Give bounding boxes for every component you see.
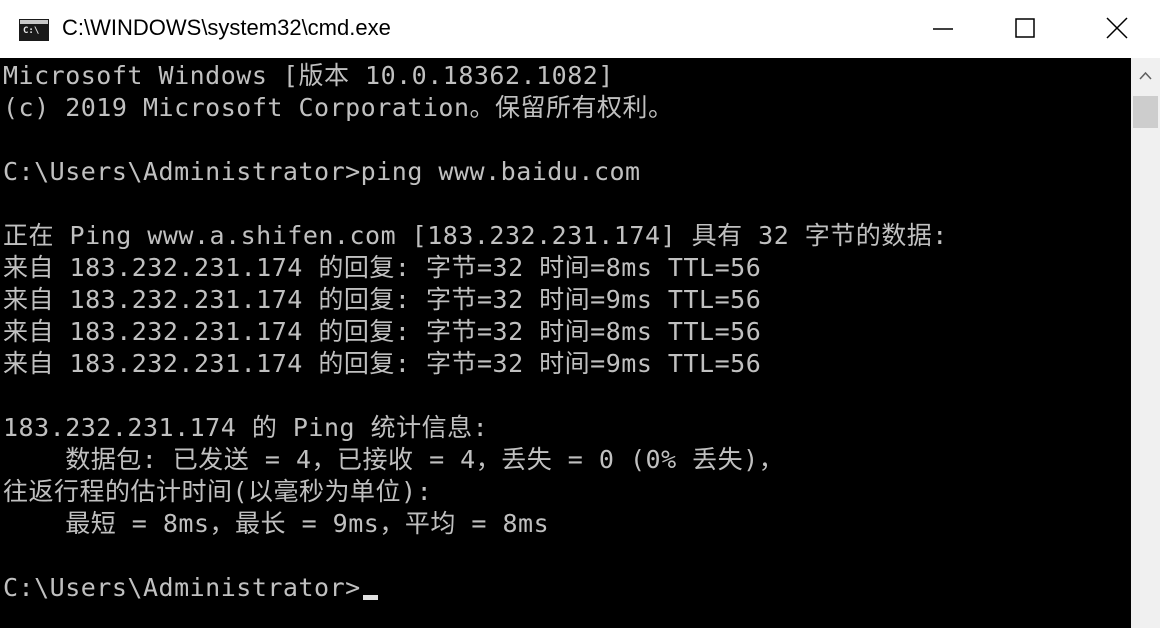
minimize-icon: [933, 28, 953, 30]
close-button[interactable]: [1071, 0, 1160, 58]
scrollbar-thumb[interactable]: [1133, 96, 1158, 128]
scroll-up-button[interactable]: [1131, 58, 1160, 92]
vertical-scrollbar[interactable]: [1131, 58, 1160, 628]
maximize-icon: [1015, 18, 1035, 38]
console-line: Microsoft Windows [版本 10.0.18362.1082]: [3, 61, 614, 90]
console-line: (c) 2019 Microsoft Corporation。保留所有权利。: [3, 93, 674, 122]
command-prompt-line[interactable]: C:\Users\Administrator>: [3, 572, 378, 604]
console-line: 来自 183.232.231.174 的回复: 字节=32 时间=8ms TTL…: [3, 253, 762, 282]
console-output-area[interactable]: Microsoft Windows [版本 10.0.18362.1082] (…: [0, 58, 1131, 628]
console-line: C:\Users\Administrator>ping www.baidu.co…: [3, 157, 641, 186]
cmd-window: C:\ C:\WINDOWS\system32\cmd.exe Microsof…: [0, 0, 1160, 628]
console-line: 正在 Ping www.a.shifen.com [183.232.231.17…: [3, 221, 948, 250]
console-line: 最短 = 8ms，最长 = 9ms，平均 = 8ms: [3, 509, 550, 538]
console-line: 来自 183.232.231.174 的回复: 字节=32 时间=9ms TTL…: [3, 349, 762, 378]
close-icon: [1106, 17, 1128, 39]
scroll-up-arrow-icon: [1139, 71, 1152, 80]
console-line: 往返行程的估计时间(以毫秒为单位):: [3, 477, 433, 506]
window-title: C:\WINDOWS\system32\cmd.exe: [62, 15, 391, 40]
command-prompt: C:\Users\Administrator>: [3, 573, 361, 602]
cmd-app-icon[interactable]: C:\: [19, 19, 49, 41]
console-line: 183.232.231.174 的 Ping 统计信息:: [3, 413, 489, 442]
console-line: 来自 183.232.231.174 的回复: 字节=32 时间=9ms TTL…: [3, 285, 762, 314]
console-lines: Microsoft Windows [版本 10.0.18362.1082] (…: [3, 60, 948, 572]
console-line: 来自 183.232.231.174 的回复: 字节=32 时间=8ms TTL…: [3, 317, 762, 346]
minimize-button[interactable]: [887, 0, 979, 58]
cmd-icon-glyph: C:\: [23, 26, 40, 36]
text-cursor: [362, 595, 378, 600]
title-bar[interactable]: C:\ C:\WINDOWS\system32\cmd.exe: [0, 0, 1160, 58]
maximize-button[interactable]: [979, 0, 1071, 58]
console-line: 数据包: 已发送 = 4，已接收 = 4，丢失 = 0 (0% 丢失)，: [3, 445, 785, 474]
